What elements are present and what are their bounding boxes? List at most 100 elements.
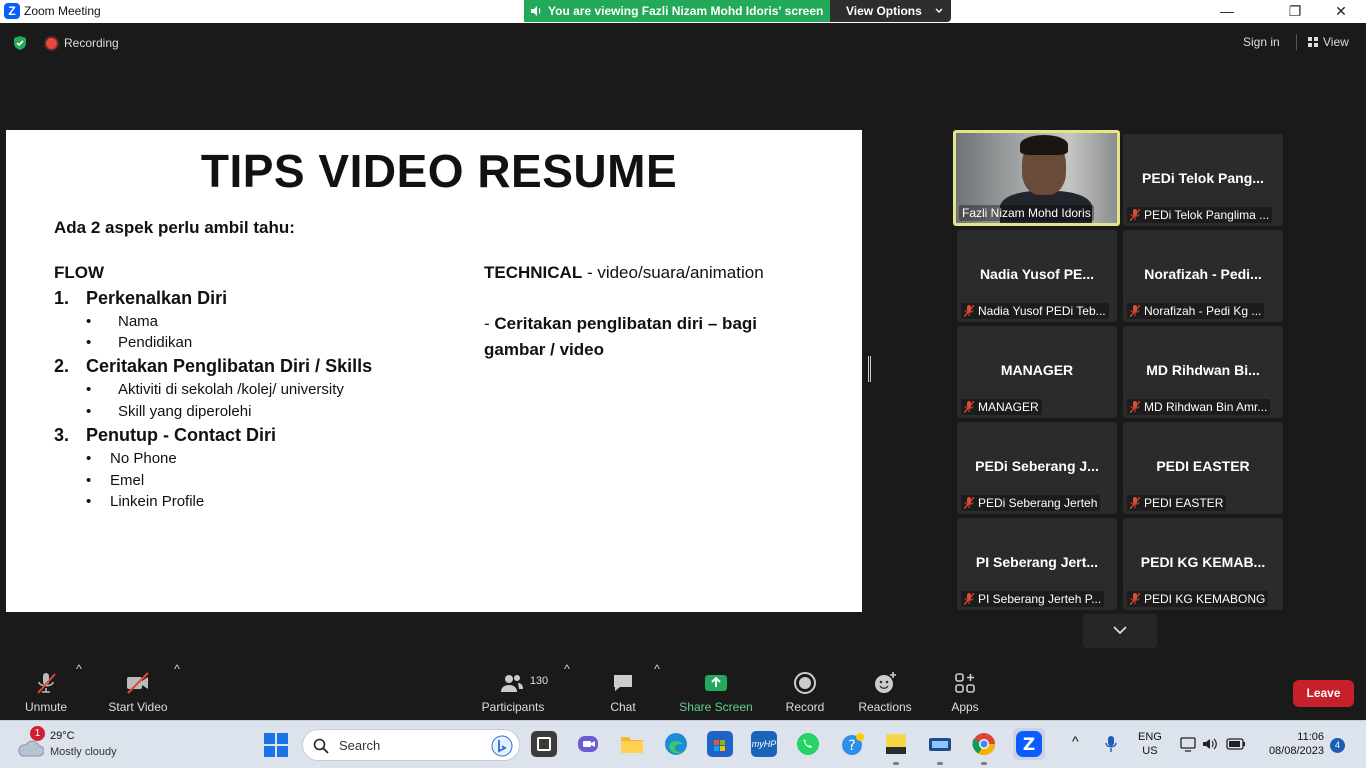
chat-icon [614, 675, 632, 691]
participant-tile[interactable]: PI Seberang Jert... PI Seberang Jerteh P… [957, 518, 1117, 610]
participant-name: MANAGER [1000, 362, 1074, 378]
start-video-label: Start Video [108, 700, 168, 714]
myhp-icon[interactable]: myHP [751, 731, 777, 757]
participant-label-text: PEDi Seberang Jerteh [978, 496, 1098, 510]
windows-logo-icon [277, 733, 288, 744]
technical-note-1: Ceritakan penglibatan diri – bagi [494, 314, 758, 333]
bullet-text: Skill yang diperolehi [118, 403, 252, 420]
tips-icon[interactable]: ? [839, 731, 865, 757]
unmute-button[interactable]: Unmute [14, 662, 78, 720]
edge-browser-icon[interactable] [663, 731, 689, 757]
participant-tile[interactable]: PEDI EASTER PEDI EASTER [1123, 422, 1283, 514]
shield-icon[interactable] [12, 35, 28, 51]
slide-intro: Ada 2 aspek perlu ambil tahu: [54, 218, 295, 237]
minimize-button[interactable]: — [1204, 0, 1250, 23]
window-title: Zoom Meeting [24, 4, 101, 18]
microphone-icon[interactable] [1104, 735, 1118, 753]
close-button[interactable]: ✕ [1318, 0, 1364, 23]
restore-button[interactable]: ❐ [1272, 0, 1318, 23]
participant-tile[interactable]: PEDi Seberang J... PEDi Seberang Jerteh [957, 422, 1117, 514]
zoom-taskbar-icon[interactable]: Z [1013, 728, 1045, 760]
participant-tile[interactable]: MANAGER MANAGER [957, 326, 1117, 418]
section-heading: Perkenalkan Diri [86, 288, 228, 308]
video-options-caret[interactable]: ^ [172, 662, 182, 720]
audio-options-caret[interactable]: ^ [74, 662, 84, 720]
volume-icon[interactable] [1202, 736, 1218, 752]
muted-mic-icon [1130, 209, 1140, 221]
whatsapp-icon[interactable] [795, 731, 821, 757]
clock-time: 11:06 [1297, 731, 1324, 743]
chrome-icon[interactable] [971, 731, 997, 765]
share-screen-icon [705, 675, 727, 691]
weather-widget[interactable]: 1 29°C Mostly cloudy [16, 726, 156, 762]
search-placeholder: Search [339, 738, 381, 753]
participant-label: Fazli Nizam Mohd Idoris [959, 205, 1094, 221]
participant-tile[interactable]: PEDi Telok Pang... PEDi Telok Panglima .… [1123, 134, 1283, 226]
network-icon[interactable] [1180, 736, 1196, 752]
chat-options-caret[interactable]: ^ [652, 662, 662, 720]
view-options-button[interactable]: View Options [830, 0, 951, 22]
region-code: US [1142, 745, 1158, 757]
participant-label: PEDI EASTER [1127, 495, 1227, 511]
running-indicator [893, 762, 899, 765]
participant-tile[interactable]: Nadia Yusof PE... Nadia Yusof PEDi Teb..… [957, 230, 1117, 322]
participant-label-text: Norafizah - Pedi Kg ... [1144, 304, 1262, 318]
apps-label: Apps [951, 700, 979, 714]
snipping-tool-icon[interactable] [927, 731, 953, 765]
view-button[interactable]: View [1308, 35, 1349, 49]
participant-tile[interactable]: Norafizah - Pedi... Norafizah - Pedi Kg … [1123, 230, 1283, 322]
running-indicator [981, 762, 987, 765]
language-indicator[interactable]: ENG US [1138, 730, 1162, 758]
sticky-notes-icon[interactable] [883, 731, 909, 765]
chevron-down-icon [1113, 626, 1127, 635]
file-explorer-icon[interactable] [619, 731, 645, 757]
participants-icon [501, 675, 523, 692]
bullet-text: Linkein Profile [110, 493, 205, 510]
taskbar-search[interactable]: Search [302, 729, 520, 761]
teams-chat-icon[interactable] [575, 731, 601, 757]
bullet-icon: • [86, 493, 92, 510]
participant-label-text: PEDi Telok Panglima ... [1144, 208, 1270, 222]
reactions-button[interactable]: Reactions [854, 662, 916, 720]
record-button[interactable]: Record [780, 662, 830, 720]
reactions-icon [875, 672, 896, 693]
apps-button[interactable]: Apps [944, 662, 986, 720]
recording-label[interactable]: Recording [64, 36, 119, 50]
participant-tile[interactable]: PEDI KG KEMAB... PEDI KG KEMABONG [1123, 518, 1283, 610]
task-view-icon[interactable] [531, 731, 557, 757]
tray-overflow-chevron[interactable]: ^ [1072, 733, 1079, 749]
reactions-label: Reactions [858, 700, 912, 714]
microsoft-store-icon[interactable] [707, 731, 733, 757]
share-screen-button[interactable]: Share Screen [678, 662, 754, 720]
video-hair [1020, 135, 1068, 155]
section-number: 3. [54, 425, 70, 445]
chat-label: Chat [610, 700, 636, 714]
speaker-icon [531, 6, 541, 16]
language-code: ENG [1138, 731, 1162, 743]
start-video-button[interactable]: Start Video [104, 662, 172, 720]
section-number: 2. [54, 356, 70, 376]
clock[interactable]: 11:06 08/08/2023 [1258, 730, 1324, 758]
gallery-scroll-down-button[interactable] [1083, 614, 1157, 648]
participant-tile[interactable]: MD Rihdwan Bi... MD Rihdwan Bin Amr... [1123, 326, 1283, 418]
technical-heading: TECHNICAL [484, 263, 583, 282]
participant-label: Nadia Yusof PEDi Teb... [961, 303, 1109, 319]
leave-button[interactable]: Leave [1293, 680, 1354, 707]
participant-label: PEDi Telok Panglima ... [1127, 207, 1273, 223]
bing-icon[interactable] [491, 735, 513, 757]
chat-button[interactable]: Chat [600, 662, 646, 720]
notification-badge[interactable]: 4 [1330, 738, 1345, 753]
muted-mic-icon [964, 497, 974, 509]
participants-options-caret[interactable]: ^ [562, 662, 572, 720]
start-button[interactable] [264, 733, 288, 757]
battery-icon[interactable] [1226, 737, 1246, 751]
meeting-toolbar: Unmute ^ Start Video ^ Participants 130 … [0, 662, 1366, 720]
sign-in-button[interactable]: Sign in [1243, 35, 1280, 49]
participant-tile-active[interactable]: Fazli Nizam Mohd Idoris [953, 130, 1120, 226]
participant-label: PI Seberang Jerteh P... [961, 591, 1105, 607]
technical-note-2: gambar / video [484, 340, 604, 359]
search-icon [313, 738, 329, 754]
splitter-handle[interactable] [868, 356, 871, 382]
bullet-text: Emel [110, 472, 145, 489]
bullet-icon: • [86, 334, 92, 351]
